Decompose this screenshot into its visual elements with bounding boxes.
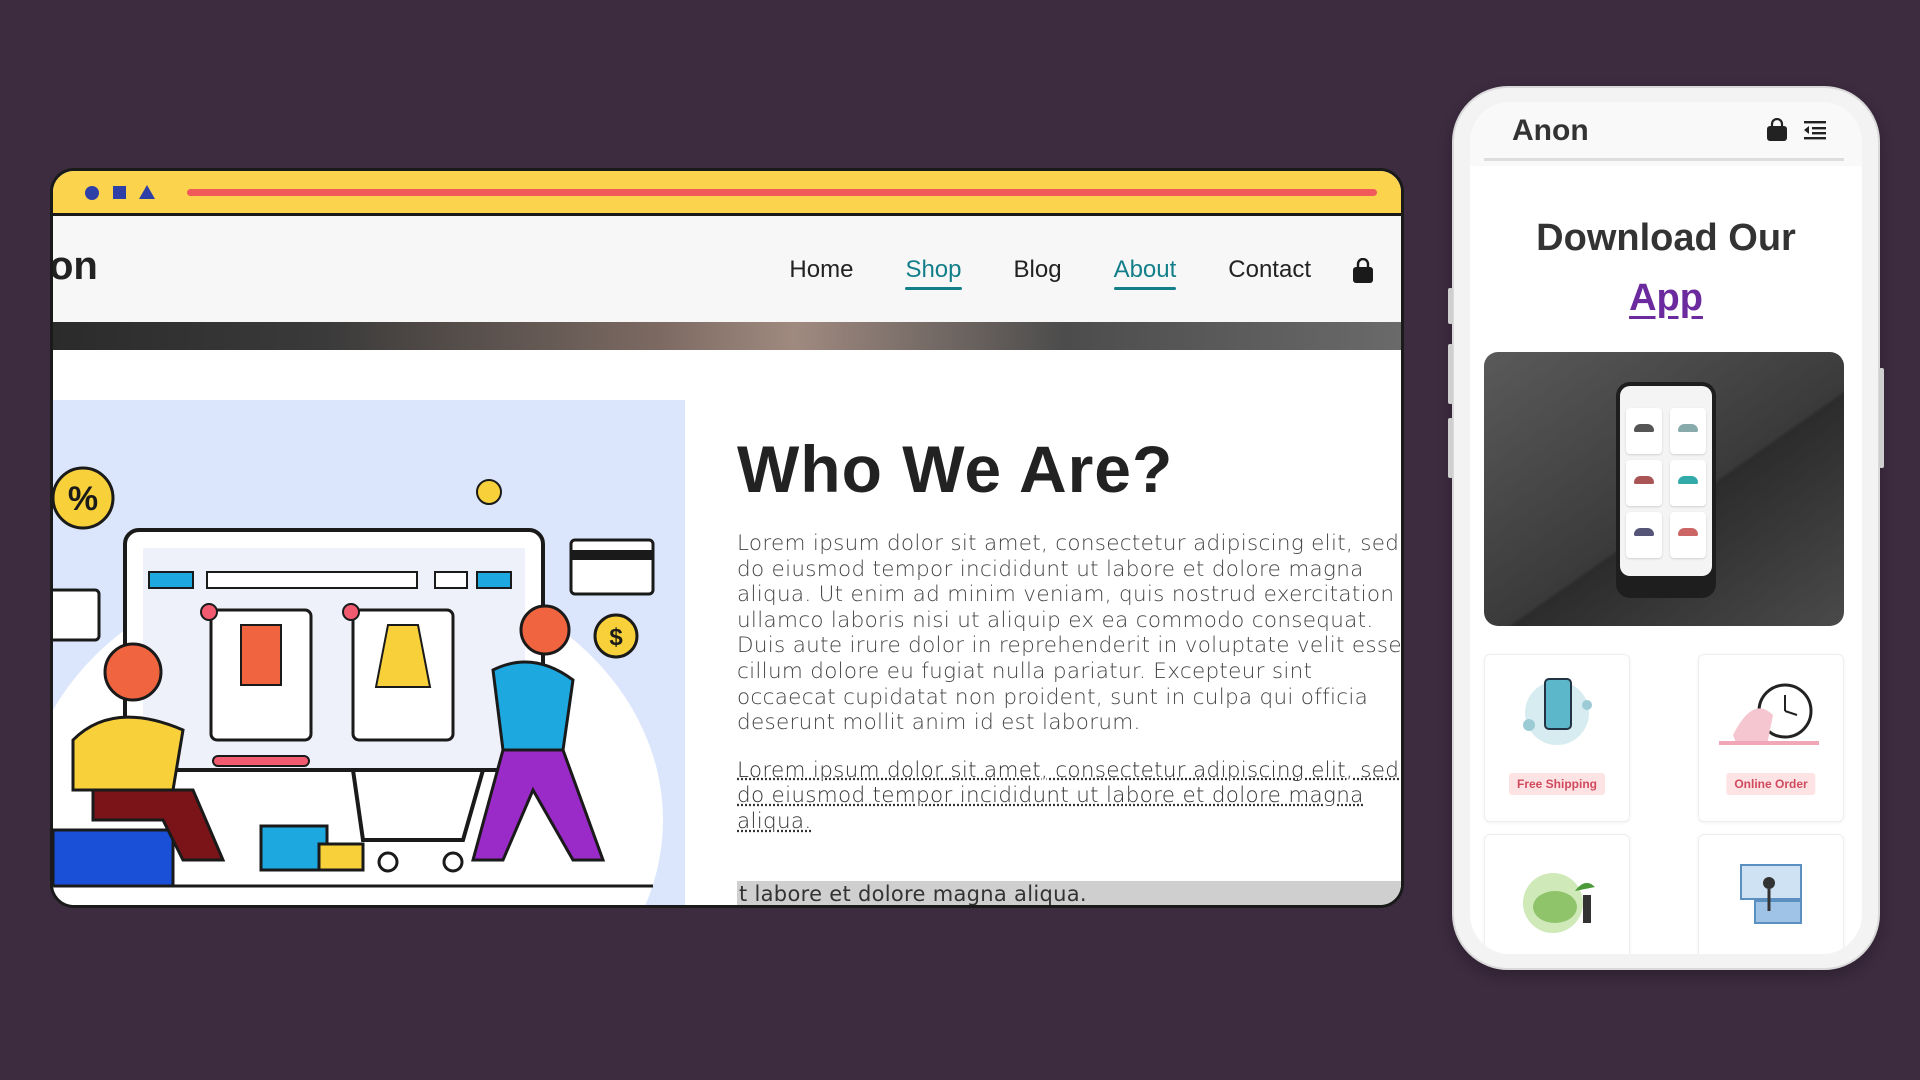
nav-contact[interactable]: Contact xyxy=(1228,256,1311,290)
hero-image-strip xyxy=(53,322,1401,350)
piggy-bank-illustration xyxy=(1523,873,1595,933)
about-paragraph: Lorem ipsum dolor sit amet, consectetur … xyxy=(737,531,1402,736)
nav-blog[interactable]: Blog xyxy=(1014,256,1062,290)
feature-label-free-shipping: Free Shipping xyxy=(1508,773,1606,795)
shopping-bag-icon[interactable] xyxy=(1351,258,1375,284)
address-bar[interactable] xyxy=(187,189,1377,196)
feature-card-delivery[interactable] xyxy=(1698,834,1844,954)
desktop-browser-mockup: on Home Shop Blog About Contact % $ Who … xyxy=(50,168,1404,908)
app-preview-banner[interactable] xyxy=(1484,352,1844,626)
mobile-header: Anon xyxy=(1470,102,1862,166)
site-header: on Home Shop Blog About Contact xyxy=(53,216,1401,322)
header-divider xyxy=(1484,158,1844,161)
dollar-coin: $ xyxy=(609,624,623,651)
phone-volume-down-button xyxy=(1448,344,1453,404)
percent-badge: % xyxy=(68,480,98,518)
phone-side-button xyxy=(1448,418,1453,478)
shopping-bag-icon[interactable] xyxy=(1766,118,1788,142)
main-nav: Home Shop Blog About Contact xyxy=(789,256,1311,290)
about-heading: Who We Are? xyxy=(737,432,1174,506)
square-control-icon xyxy=(113,186,126,199)
download-app-title: Download Our App xyxy=(1470,208,1862,328)
app-preview-screen xyxy=(1620,386,1712,576)
phone-volume-up-button xyxy=(1448,288,1453,324)
online-shopping-illustration: % $ xyxy=(53,466,663,905)
mobile-logo[interactable]: Anon xyxy=(1512,114,1589,148)
circle-control-icon xyxy=(85,186,99,200)
delivery-illustration xyxy=(1740,864,1802,924)
menu-icon[interactable] xyxy=(1804,120,1826,140)
selected-text-line: t labore et dolore magna aliqua. xyxy=(737,881,1401,905)
shopping-illustration: % $ xyxy=(53,400,685,905)
feature-card-free-shipping[interactable]: Free Shipping xyxy=(1484,654,1630,822)
feature-label-online-order: Online Order xyxy=(1726,773,1816,795)
mobile-phone-mockup: Anon Download Our App Free Shipping Onli… xyxy=(1448,86,1884,970)
feature-card-savings[interactable] xyxy=(1484,834,1630,954)
online-order-illustration xyxy=(1719,683,1819,745)
free-shipping-illustration xyxy=(1523,678,1592,745)
app-link[interactable]: App xyxy=(1629,277,1703,319)
site-logo[interactable]: on xyxy=(53,244,98,289)
triangle-control-icon xyxy=(139,185,155,199)
phone-screen: Anon Download Our App Free Shipping Onli… xyxy=(1470,102,1862,954)
download-title-text: Download Our xyxy=(1536,217,1796,259)
nav-shop[interactable]: Shop xyxy=(905,256,962,290)
feature-card-online-order[interactable]: Online Order xyxy=(1698,654,1844,822)
nav-about[interactable]: About xyxy=(1113,256,1176,290)
nav-home[interactable]: Home xyxy=(789,256,853,290)
about-section: Who We Are? Lorem ipsum dolor sit amet, … xyxy=(737,431,1402,835)
app-preview-phone-image xyxy=(1616,382,1716,598)
about-link-paragraph[interactable]: Lorem ipsum dolor sit amet, consectetur … xyxy=(737,758,1401,835)
browser-title-bar xyxy=(53,171,1401,216)
phone-power-button xyxy=(1879,368,1884,468)
